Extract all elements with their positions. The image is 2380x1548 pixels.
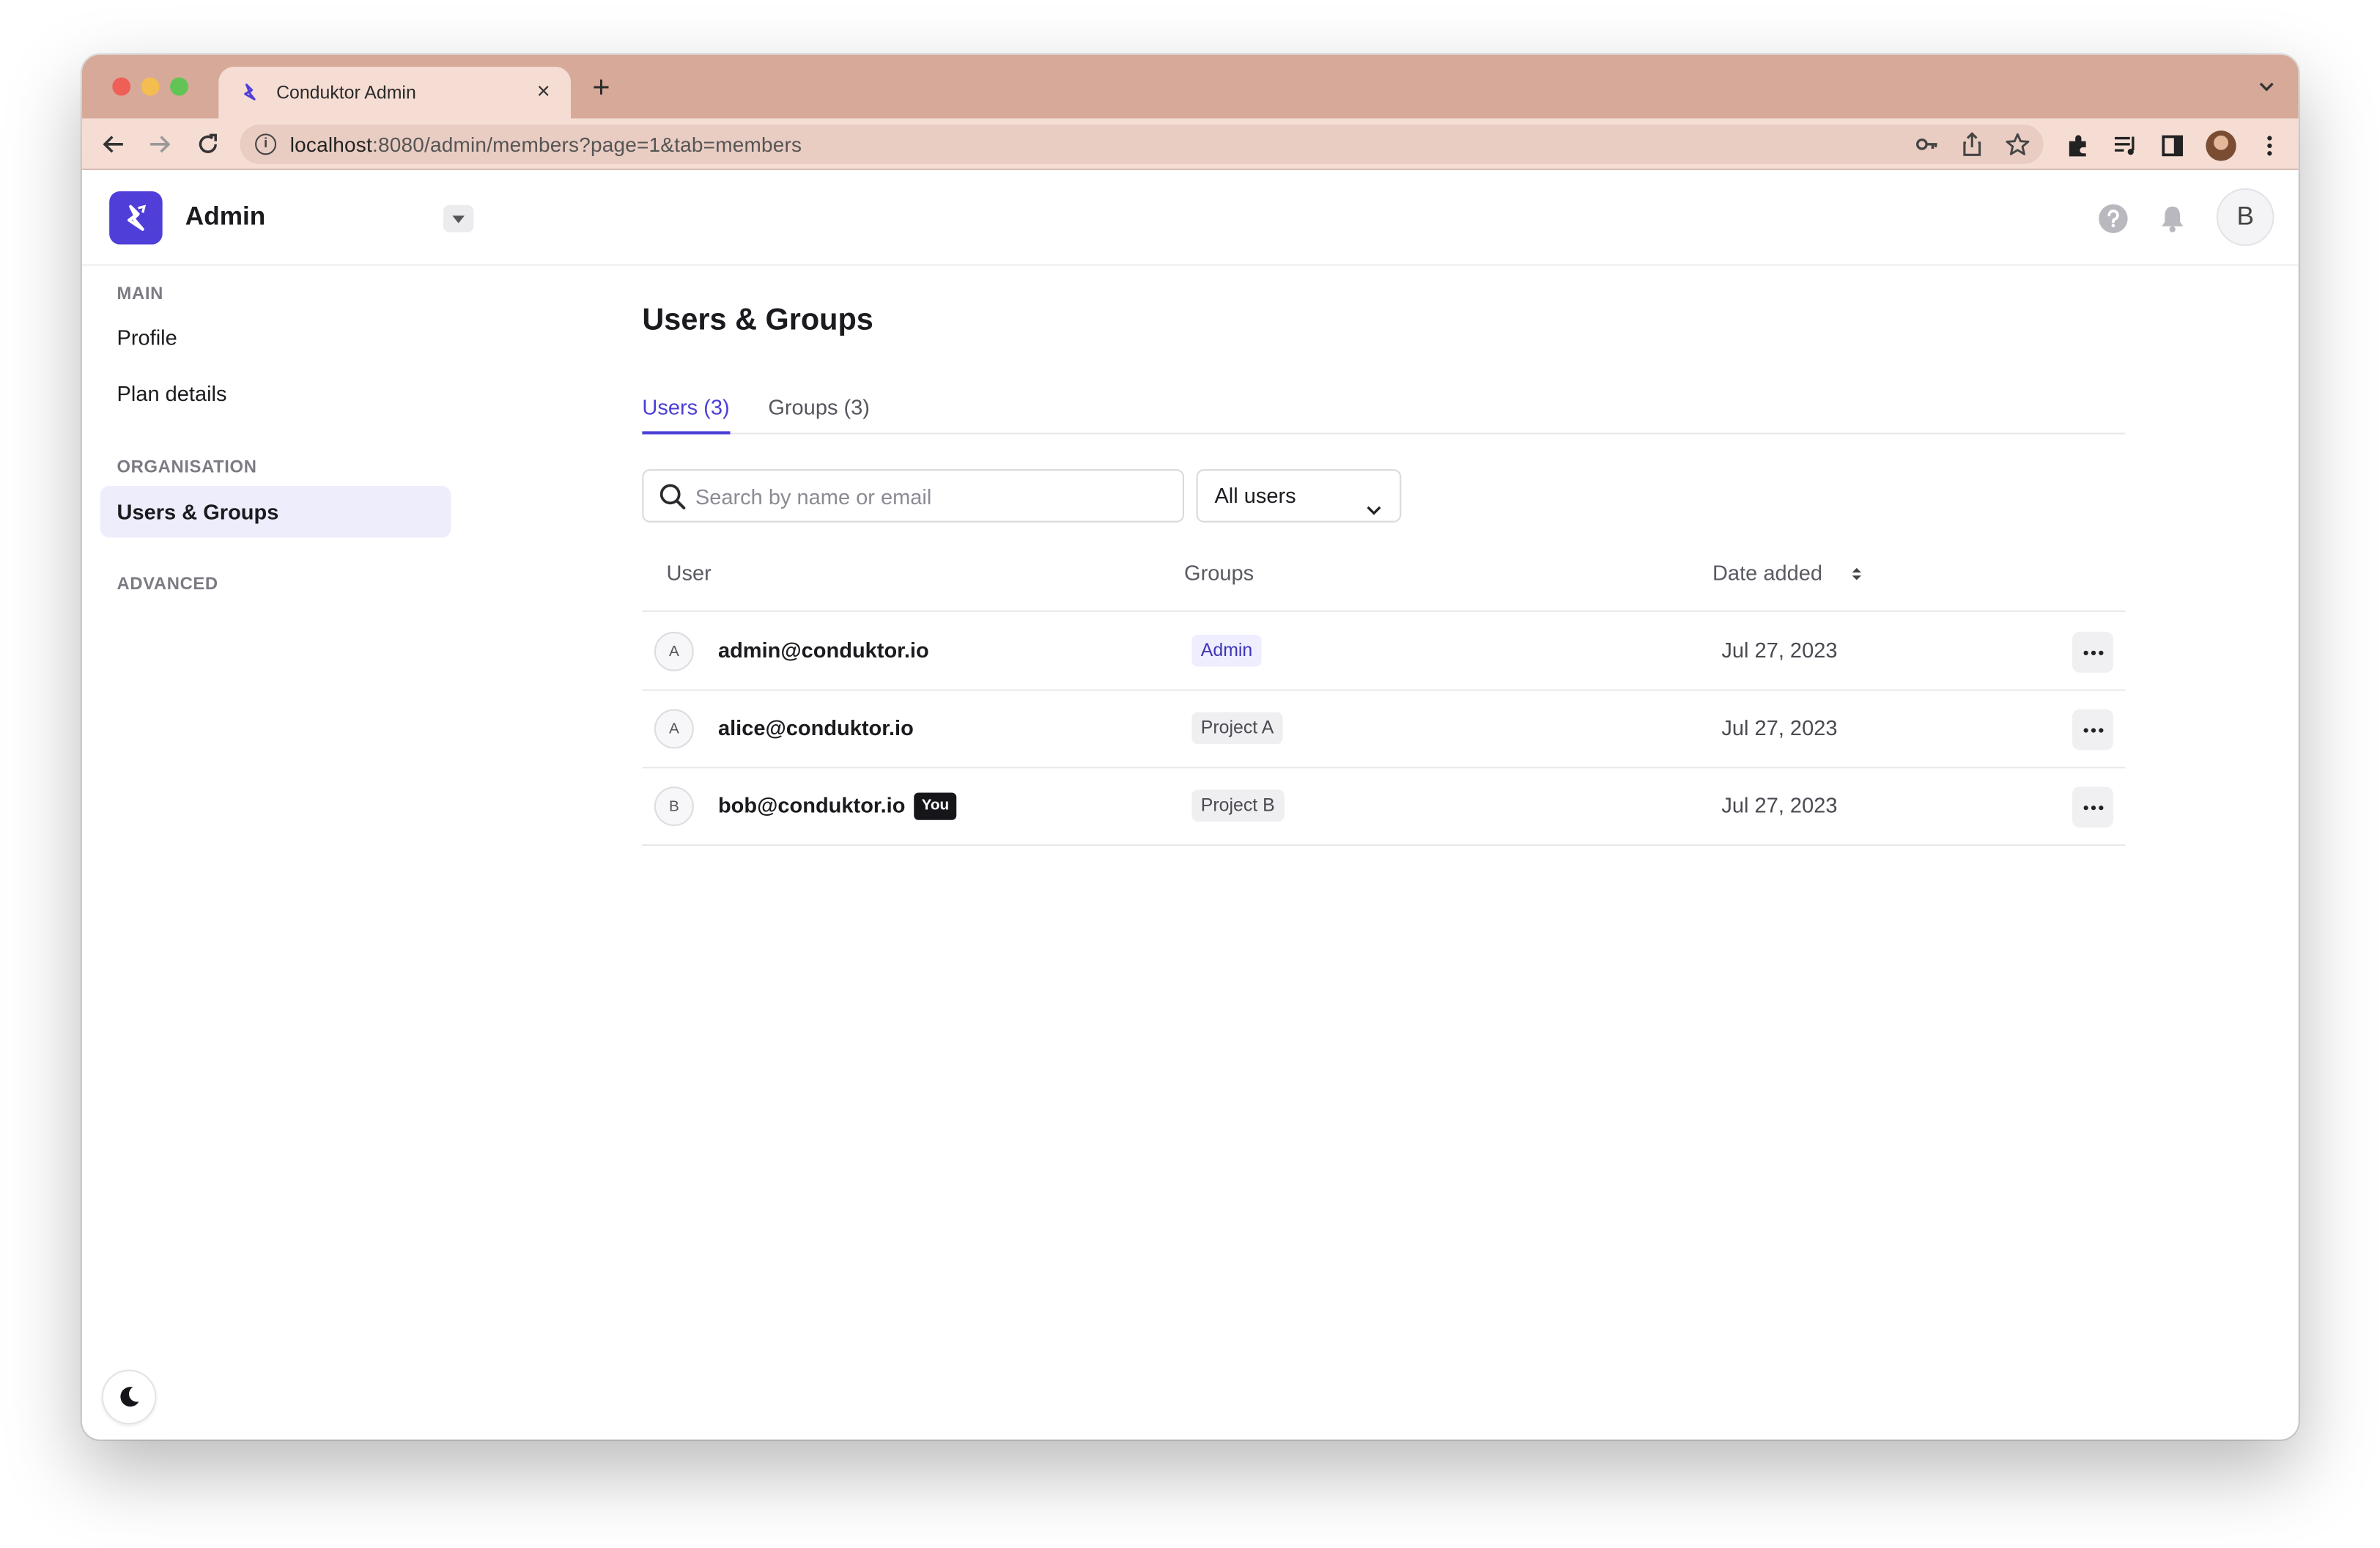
side-panel-icon[interactable] [2159,132,2186,159]
tab-list-chevron-icon[interactable] [2256,76,2277,97]
search-input[interactable] [695,471,1167,521]
more-horizontal-icon [2082,649,2103,655]
browser-menu-kebab-icon[interactable] [2256,132,2283,159]
user-email: admin@conduktor.io [717,638,929,663]
row-actions-button[interactable] [2072,709,2113,751]
tab-close-icon[interactable]: × [531,80,555,105]
browser-tabstrip: Conduktor Admin × + [81,54,2299,119]
bookmark-star-icon[interactable] [2004,130,2031,158]
sidebar-item-plan-details[interactable]: Plan details [100,367,451,419]
sidebar-item-profile[interactable]: Profile [100,312,451,363]
browser-tab-active[interactable]: Conduktor Admin × [218,67,571,119]
user-avatar-button[interactable]: B [2216,188,2274,246]
group-chip: Project B [1191,789,1285,822]
chevron-down-icon [1365,487,1383,515]
more-horizontal-icon [2082,805,2103,810]
search-icon [659,483,686,510]
date-added: Jul 27, 2023 [1721,792,1838,817]
group-chip: Project A [1191,712,1283,745]
date-added: Jul 27, 2023 [1721,638,1838,663]
avatar: A [654,709,694,749]
app-name: Admin [185,202,266,231]
column-header-groups: Groups [1184,560,1254,585]
address-bar[interactable]: i localhost:8080/admin/members?page=1&ta… [240,124,2044,164]
sidebar-section-main: MAIN [117,285,163,304]
search-field [642,469,1185,523]
sidebar-section-organisation: ORGANISATION [117,458,257,477]
table-row[interactable]: B bob@conduktor.io You Project B Jul 27,… [642,768,2126,846]
site-info-icon[interactable]: i [255,133,277,155]
maximize-window-button[interactable] [170,77,188,96]
sidebar-section-advanced: ADVANCED [117,575,218,594]
key-icon[interactable] [1912,130,1940,158]
forward-arrow-icon[interactable] [146,130,173,158]
tabs: Users (3) Groups (3) [642,386,2126,435]
media-queue-icon[interactable] [2112,132,2139,159]
back-arrow-icon[interactable] [100,130,128,158]
share-icon[interactable] [1959,130,1986,158]
moon-icon [120,1387,139,1407]
column-header-user: User [666,560,712,585]
date-added: Jul 27, 2023 [1721,715,1838,740]
sort-icon[interactable] [1849,564,1864,585]
browser-tab-title: Conduktor Admin [276,81,416,103]
conduktor-logo-icon[interactable] [109,191,163,245]
browser-toolbar: i localhost:8080/admin/members?page=1&ta… [81,118,2299,171]
page-title: Users & Groups [642,303,873,337]
bell-icon[interactable] [2157,204,2187,234]
table-row[interactable]: A admin@conduktor.io Admin Jul 27, 2023 [642,613,2126,691]
column-header-date-added[interactable]: Date added [1712,560,1822,584]
table-header: User Groups Date added [642,550,2126,612]
you-badge: You [914,792,957,820]
new-tab-button[interactable]: + [586,73,616,103]
group-chip: Admin [1191,635,1262,667]
more-horizontal-icon [2082,727,2103,732]
dark-mode-toggle[interactable] [101,1369,157,1425]
user-filter-value: All users [1214,482,1296,507]
avatar: B [654,786,694,827]
app-switcher-dropdown[interactable] [443,204,474,232]
conduktor-favicon-icon [238,81,262,105]
sidebar: MAIN Profile Plan details ORGANISATION U… [82,268,477,1440]
tab-users[interactable]: Users (3) [642,395,730,435]
table-row[interactable]: A alice@conduktor.io Project A Jul 27, 2… [642,691,2126,769]
close-window-button[interactable] [112,77,131,96]
address-url: localhost:8080/admin/members?page=1&tab=… [289,133,802,156]
extensions-puzzle-icon[interactable] [2065,132,2092,159]
row-actions-button[interactable] [2072,631,2113,673]
reload-icon[interactable] [194,130,221,158]
app-header: Admin B [81,172,2299,266]
help-icon[interactable] [2098,204,2128,234]
user-email: bob@conduktor.io [717,792,906,817]
browser-window: Conduktor Admin × + i localhost:8080/adm… [81,54,2299,1440]
minimize-window-button[interactable] [141,77,160,96]
avatar: A [654,631,694,671]
sidebar-item-users-groups[interactable]: Users & Groups [100,485,451,538]
tab-groups[interactable]: Groups (3) [768,395,870,435]
row-actions-button[interactable] [2072,786,2113,828]
user-email: alice@conduktor.io [717,715,914,740]
browser-profile-avatar[interactable] [2206,130,2236,161]
user-filter-select[interactable]: All users [1196,469,1402,523]
